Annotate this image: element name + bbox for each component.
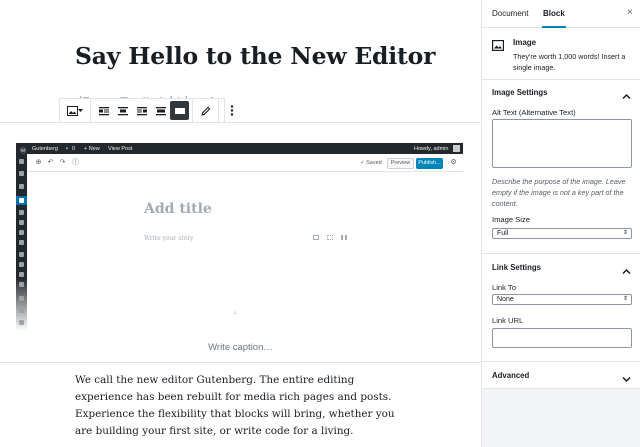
- image-size-value: Full: [497, 230, 509, 237]
- panel-divider: [482, 361, 640, 362]
- list-inserter-icon: [327, 235, 333, 240]
- align-left-button[interactable]: [94, 101, 113, 120]
- tab-document[interactable]: Document: [491, 0, 529, 28]
- block-divider: [0, 122, 481, 123]
- settings-sidebar: Document Block × Image They're worth 1,0…: [481, 0, 640, 447]
- link-to-label: Link To: [492, 283, 516, 292]
- more-options-button[interactable]: [222, 101, 241, 120]
- block-card: Image They're worth 1,000 words! Insert …: [482, 29, 640, 80]
- block-toolbar: [59, 98, 233, 123]
- link-settings-toggle[interactable]: Link Settings: [482, 256, 640, 278]
- post-title[interactable]: Say Hello to the New Editor: [75, 42, 436, 70]
- image-site-name: Gutenberg: [32, 145, 58, 152]
- image-icon: [492, 38, 505, 56]
- chevron-down-icon: [78, 108, 83, 113]
- link-to-value: None: [497, 296, 514, 303]
- image-publish-button: Publish...: [416, 158, 443, 169]
- body-paragraph[interactable]: We call the new editor Gutenberg. The en…: [75, 372, 415, 440]
- sidebar-empty-area: [482, 389, 640, 447]
- align-wide-button[interactable]: [151, 101, 170, 120]
- image-comment-count: 0: [72, 145, 76, 152]
- image-size-label: Image Size: [492, 215, 530, 224]
- image-admin-sidebar: [16, 154, 27, 331]
- image-greeting: Howdy, admin: [414, 145, 449, 152]
- align-full-button[interactable]: [170, 101, 189, 120]
- image-more-icon: ⋮: [461, 159, 463, 166]
- align-left-icon: [98, 106, 109, 116]
- image-icon: [67, 105, 78, 116]
- sidebar-tabs: Document Block ×: [482, 0, 640, 28]
- image-saved-status: ✓ Saved: [360, 160, 382, 166]
- alt-text-field[interactable]: [492, 119, 632, 168]
- caption-divider: [0, 362, 481, 363]
- select-arrows-icon: ⇕: [622, 230, 628, 236]
- chevron-up-icon: [622, 87, 631, 105]
- comment-icon: ▪: [66, 145, 68, 152]
- block-switcher-button[interactable]: [63, 101, 87, 120]
- align-center-button[interactable]: [113, 101, 132, 120]
- align-center-icon: [117, 106, 128, 116]
- link-url-label: Link URL: [492, 316, 524, 325]
- image-settings-toggle[interactable]: Image Settings: [482, 81, 640, 103]
- advanced-toggle[interactable]: Advanced: [482, 364, 640, 386]
- align-right-button[interactable]: [132, 101, 151, 120]
- close-icon[interactable]: ×: [627, 7, 633, 19]
- alt-text-help: Describe the purpose of the image. Leave…: [492, 177, 626, 208]
- edit-group: [193, 99, 219, 122]
- add-block-icon: ⊕: [35, 159, 42, 166]
- advanced-title: Advanced: [492, 371, 530, 380]
- link-to-select[interactable]: None ⇕: [492, 294, 632, 305]
- more-group: [219, 99, 244, 122]
- image-add-title: Add title: [144, 201, 212, 217]
- image-settings-title: Image Settings: [492, 88, 548, 97]
- more-options-icon: [230, 105, 234, 116]
- image-new-link: + New: [84, 145, 100, 152]
- alignment-group: [91, 99, 193, 122]
- link-settings-title: Link Settings: [492, 263, 541, 272]
- edit-image-button[interactable]: [196, 101, 215, 120]
- image-preview-button: Preview: [387, 158, 414, 169]
- pencil-icon: [200, 106, 211, 116]
- image-block[interactable]: Ⓦ Gutenberg ▪ 0 + New View Post Howdy, a…: [16, 143, 463, 331]
- align-wide-icon: [155, 106, 166, 116]
- select-arrows-icon: ⇕: [622, 296, 628, 302]
- info-icon: ⓘ: [72, 159, 79, 166]
- avatar: [453, 145, 460, 152]
- chevron-up-icon: [622, 262, 631, 280]
- block-name: Image: [513, 38, 537, 47]
- tab-block[interactable]: Block: [542, 0, 566, 28]
- align-full-icon: [174, 106, 185, 116]
- panel-divider: [482, 253, 640, 254]
- arrow-down-icon: ↓: [233, 307, 237, 316]
- columns-inserter-icon: [341, 235, 347, 240]
- link-url-field[interactable]: [492, 328, 632, 348]
- image-editor-toolbar: ⊕ ↶ ↷ ⓘ ✓ Saved Preview Publish... ⚙ ⋮: [27, 154, 463, 172]
- image-inserter-icon: [313, 235, 319, 240]
- block-switcher-group: [60, 99, 91, 122]
- settings-gear-icon: ⚙: [450, 159, 457, 166]
- image-write-story: Write your story: [144, 235, 194, 242]
- editor-canvas: Say Hello to the New Editor dPress. Try …: [0, 0, 481, 447]
- align-right-icon: [136, 106, 147, 116]
- redo-icon: ↷: [59, 159, 66, 166]
- undo-icon: ↶: [47, 159, 54, 166]
- chevron-down-icon: [622, 370, 631, 388]
- image-view-post-link: View Post: [108, 145, 133, 152]
- image-admin-bar: Ⓦ Gutenberg ▪ 0 + New View Post Howdy, a…: [16, 143, 463, 155]
- block-description: They're worth 1,000 words! Insert a sing…: [513, 52, 626, 72]
- alt-text-label: Alt Text (Alternative Text): [492, 108, 576, 117]
- image-size-select[interactable]: Full ⇕: [492, 228, 632, 239]
- image-caption[interactable]: Write caption…: [0, 342, 481, 353]
